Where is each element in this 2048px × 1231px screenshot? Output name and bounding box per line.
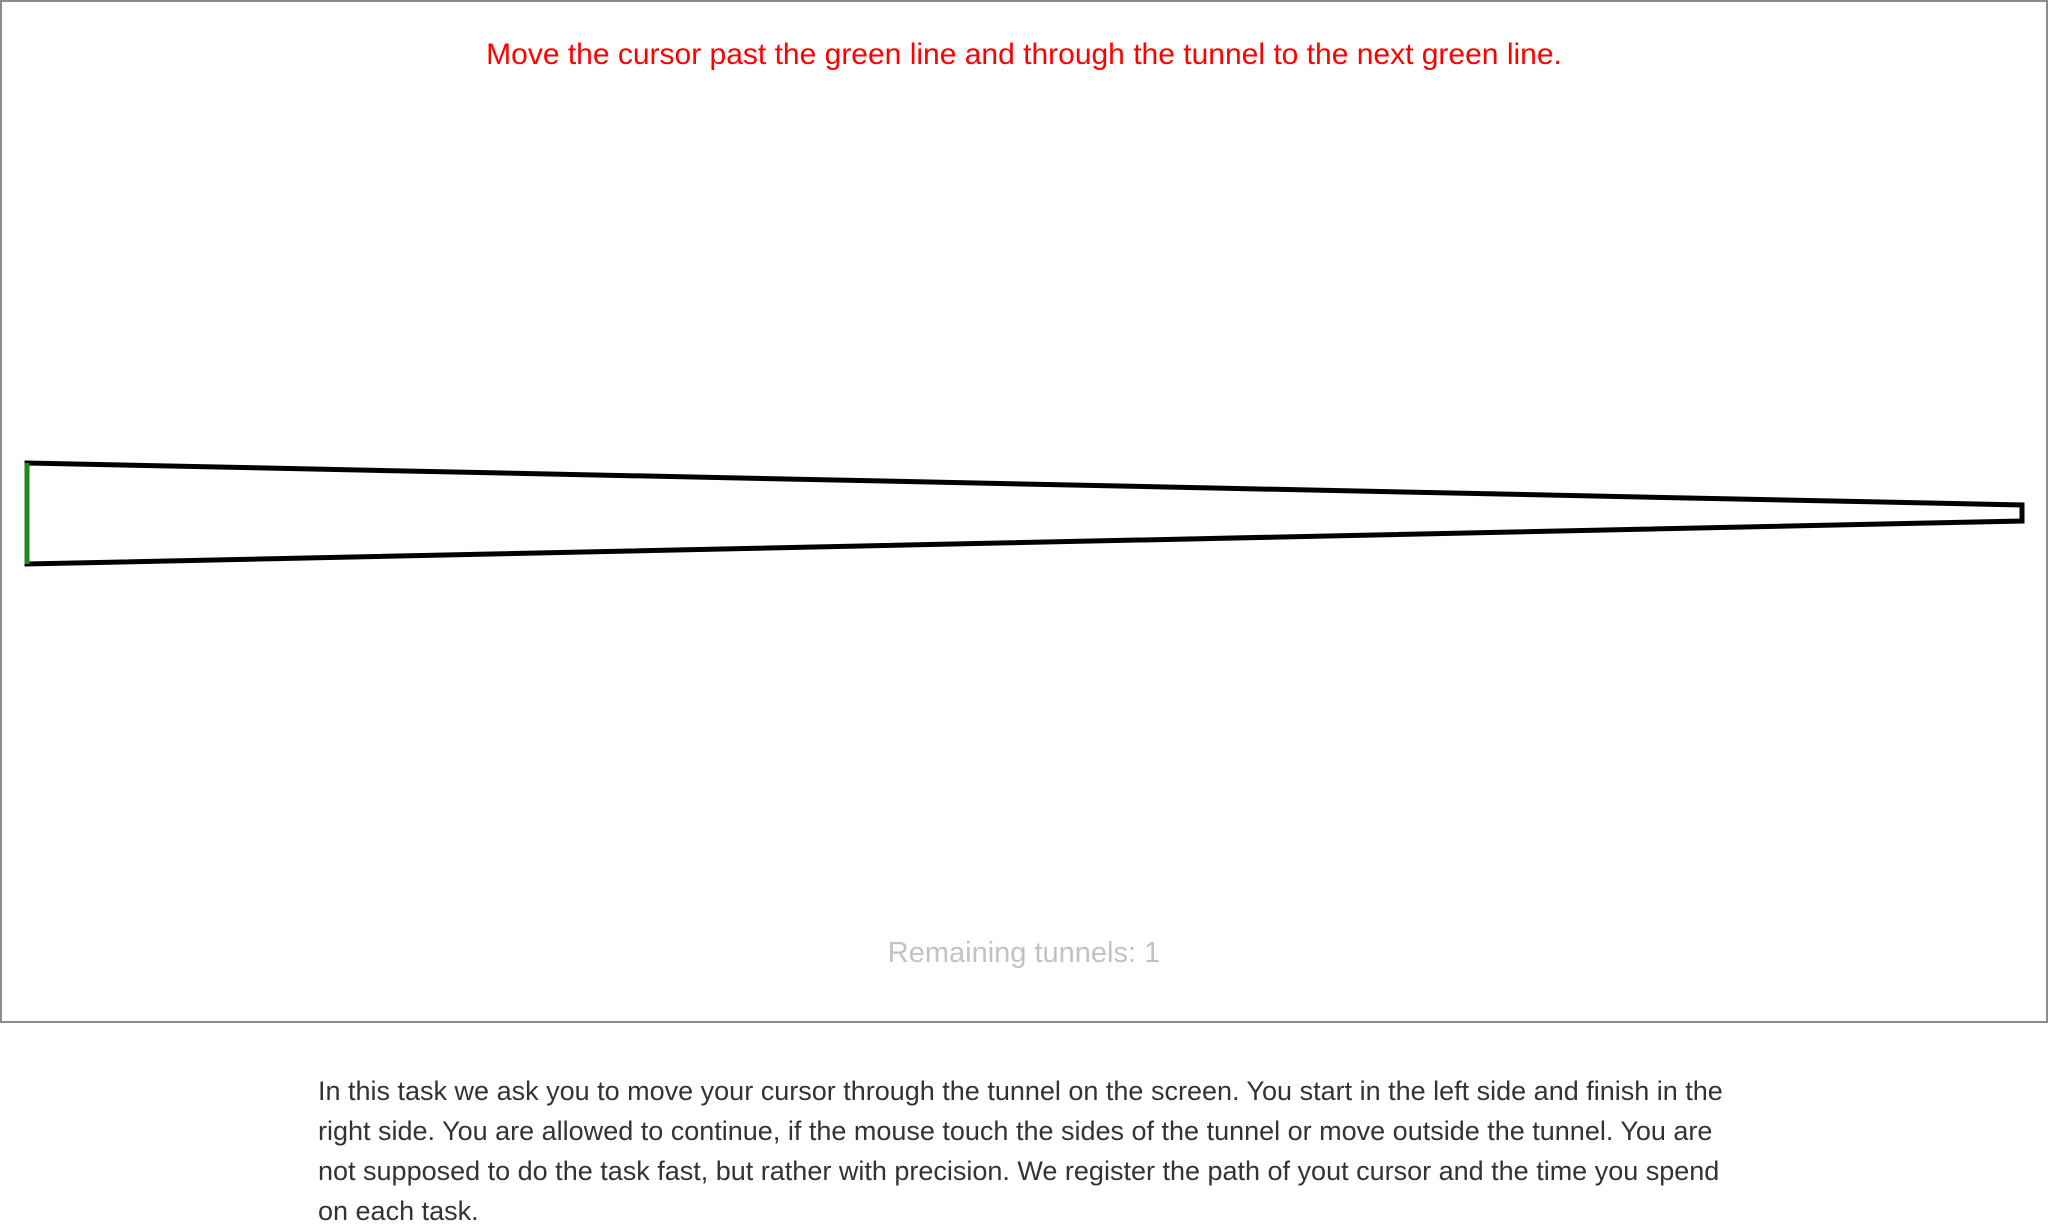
- task-description: In this task we ask you to move your cur…: [318, 1076, 1723, 1226]
- tunnel-canvas[interactable]: [2, 2, 2046, 1021]
- remaining-tunnels-counter: Remaining tunnels: 1: [887, 937, 1161, 969]
- tunnel-task-panel[interactable]: Move the cursor past the green line and …: [0, 0, 2048, 1023]
- tunnel-path[interactable]: [24, 460, 2025, 567]
